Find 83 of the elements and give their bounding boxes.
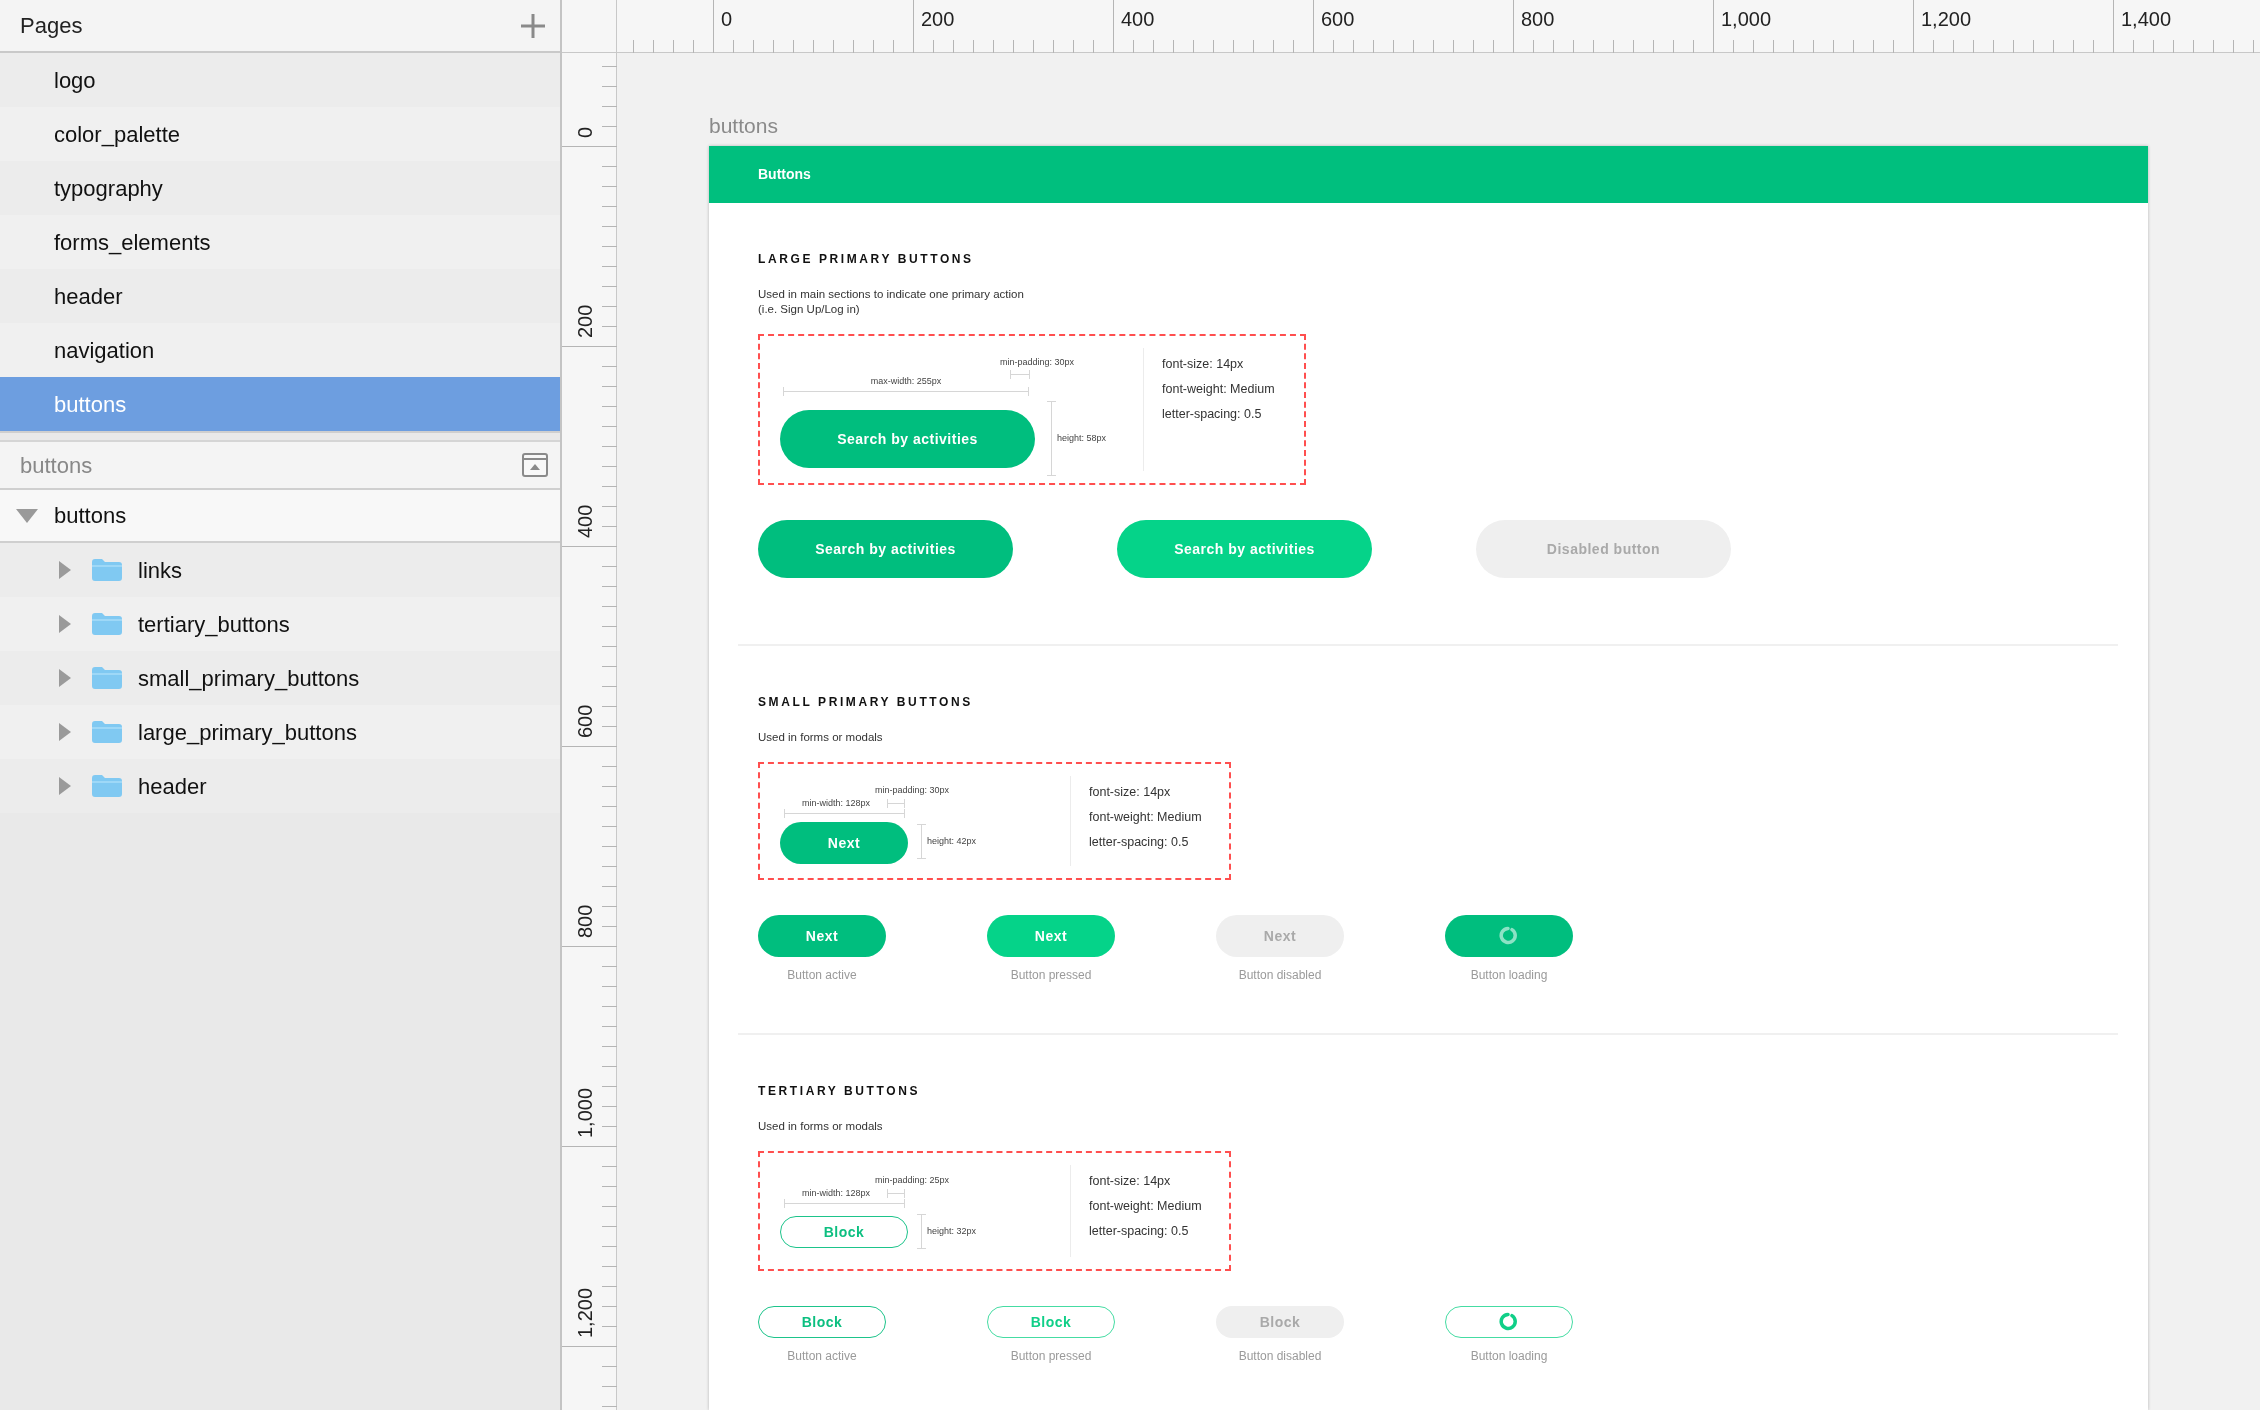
primary-button[interactable]: Search by activities [758,520,1013,578]
panel-title: Pages [20,12,83,40]
ruler-label: 1,200 [574,1287,596,1338]
ruler-label: 400 [1121,8,1155,30]
folder-icon [92,559,122,581]
section-description: (i.e. Sign Up/Log in) [758,302,861,317]
folder-icon [92,667,122,689]
section-description: Used in forms or modals [758,730,884,745]
section-title: TERTIARY BUTTONS [758,1083,922,1099]
layer-item[interactable]: tertiary_buttons [0,597,560,651]
dimension-label: min-width: 128px [802,1187,870,1199]
section-description: Used in forms or modals [758,1119,884,1134]
primary-button[interactable]: Next [1216,915,1344,957]
outline-button[interactable]: Block [1216,1306,1344,1338]
spec-property: font-size: 14px [1089,784,1172,801]
primary-button[interactable] [1445,915,1573,957]
button-caption: Button disabled [1238,967,1322,983]
ruler-label: 1,400 [2121,8,2172,30]
ruler-label: 200 [574,304,596,338]
folder-icon [92,775,122,797]
ruler-label: 600 [1321,8,1355,30]
spec-property: font-size: 14px [1089,1173,1172,1190]
primary-button[interactable]: Next [987,915,1115,957]
dimension-label: max-width: 255px [870,375,942,387]
primary-button[interactable]: Search by activities [780,410,1035,468]
ruler-label: 400 [574,504,596,538]
ruler-label: 0 [574,126,596,138]
ruler-label: 600 [574,704,596,738]
artboard-header: Buttons [709,146,2148,203]
ruler-label: 1,000 [574,1087,596,1138]
outline-button[interactable]: Block [780,1216,908,1248]
section-description: Used in main sections to indicate one primary action [758,287,1025,302]
dimension-label: min-width: 128px [802,797,870,809]
spec-property: letter-spacing: 0.5 [1089,834,1190,851]
ruler-label: 0 [721,8,733,30]
collapse-icon[interactable] [522,453,548,477]
dimension-label: min-padding: 30px [874,784,950,796]
spec-property: font-weight: Medium [1162,381,1275,398]
disclosure-triangle-icon[interactable] [16,506,38,525]
page-item[interactable]: navigation [0,323,560,377]
button-caption: Button pressed [1010,1348,1092,1364]
section-title: SMALL PRIMARY BUTTONS [758,694,974,710]
spec-property: letter-spacing: 0.5 [1089,1223,1190,1240]
ruler-label: 200 [921,8,955,30]
button-caption: Button loading [1470,967,1548,983]
spinner-icon [1499,1312,1519,1332]
spec-property: font-weight: Medium [1089,809,1202,826]
primary-button[interactable]: Search by activities [1117,520,1372,578]
layer-item[interactable]: large_primary_buttons [0,705,560,759]
page-item[interactable]: forms_elements [0,215,560,269]
folder-icon [92,721,122,743]
outline-button[interactable] [1445,1306,1573,1338]
spinner-icon [1499,926,1519,946]
page-item[interactable]: buttons [0,377,560,431]
primary-button[interactable]: Disabled button [1476,520,1731,578]
layer-item[interactable]: buttons [0,490,560,543]
ruler-label: 1,200 [1921,8,1972,30]
outline-button[interactable]: Block [758,1306,886,1338]
outline-button[interactable]: Block [987,1306,1115,1338]
dimension-label: min-padding: 30px [999,356,1075,368]
ruler-label: 800 [1521,8,1555,30]
dimension-label: height: 32px [927,1225,977,1237]
panel-title: buttons [20,451,93,480]
artboard-title: buttons [709,113,779,139]
ruler-label: 800 [574,904,596,938]
spec-property: font-weight: Medium [1089,1198,1202,1215]
dimension-label: height: 42px [927,835,977,847]
primary-button[interactable]: Next [780,822,908,864]
button-caption: Button loading [1470,1348,1548,1364]
button-caption: Button active [787,967,857,983]
dimension-label: min-padding: 25px [874,1174,950,1186]
dimension-label: height: 58px [1057,432,1107,444]
button-caption: Button active [787,1348,857,1364]
spec-property: font-size: 14px [1162,356,1245,373]
section-title: LARGE PRIMARY BUTTONS [758,251,975,267]
page-item[interactable]: color_palette [0,107,560,161]
spec-property: letter-spacing: 0.5 [1162,406,1263,423]
button-caption: Button pressed [1010,967,1092,983]
button-caption: Button disabled [1238,1348,1322,1364]
folder-icon [92,613,122,635]
add-icon[interactable] [520,12,546,39]
primary-button[interactable]: Next [758,915,886,957]
ruler-label: 1,000 [1721,8,1772,30]
